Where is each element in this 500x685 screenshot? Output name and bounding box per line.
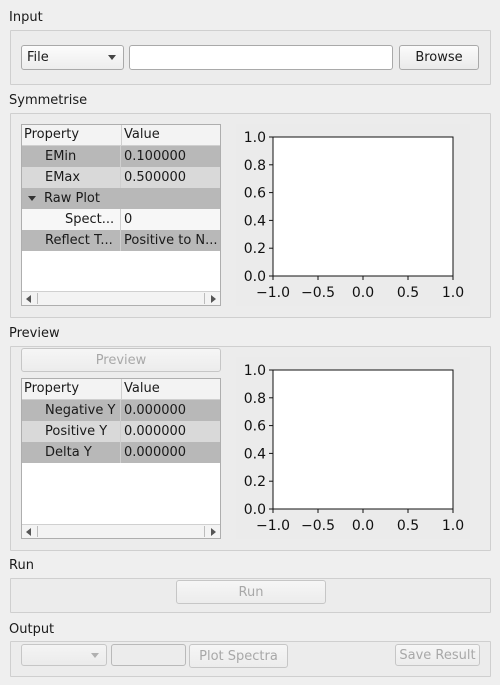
y-tick-label: 1.0 [244, 363, 266, 379]
y-tick-label: 1.0 [244, 130, 266, 146]
x-ticks: −1.0 −0.5 0.0 0.5 1.0 [256, 509, 464, 534]
x-tick-label: 0.5 [397, 518, 419, 534]
scroll-left-icon[interactable] [26, 528, 31, 536]
symmetrise-group: Property Value EMin 0.100000 EMax 0.5000… [10, 113, 491, 318]
y-ticks: 0.0 0.2 0.4 0.6 0.8 1.0 [244, 130, 273, 285]
preview-plot[interactable]: 0.0 0.2 0.4 0.6 0.8 1.0 −1.0 −0.5 0.0 0.5 1.0 [236, 357, 470, 539]
chevron-down-icon [108, 55, 116, 60]
header-value: Value [121, 125, 160, 145]
plot-spectra-button[interactable]: Plot Spectra [189, 644, 288, 668]
scroll-right-icon[interactable] [211, 528, 216, 536]
property-value[interactable]: 0.500000 [123, 167, 220, 188]
header-value: Value [121, 379, 160, 399]
output-section-title: Output [9, 622, 55, 637]
property-row-emax[interactable]: EMax 0.500000 [22, 167, 220, 188]
run-button[interactable]: Run [176, 580, 326, 604]
y-ticks: 0.0 0.2 0.4 0.6 0.8 1.0 [244, 363, 273, 518]
preview-group: Preview Property Value Negative Y 0.0000… [10, 346, 491, 551]
symmetrise-plot-canvas: 0.0 0.2 0.4 0.6 0.8 1.0 −1.0 −0.5 0.0 0.5 1.0 [244, 130, 464, 301]
x-ticks: −1.0 −0.5 0.0 0.5 1.0 [256, 276, 464, 301]
horizontal-scrollbar[interactable] [22, 291, 220, 305]
save-result-button[interactable]: Save Result [395, 644, 480, 666]
output-group: Plot Spectra Save Result [10, 641, 491, 677]
property-group-label: Raw Plot [44, 191, 100, 206]
scroll-track[interactable] [37, 526, 205, 537]
chevron-down-icon [91, 653, 99, 658]
y-tick-label: 0.0 [244, 269, 266, 285]
property-value[interactable]: 0.100000 [123, 146, 220, 167]
property-row-negative-y[interactable]: Negative Y 0.000000 [22, 400, 220, 421]
property-row-reflect-type[interactable]: Reflect T... Positive to N... [22, 230, 220, 251]
preview-section-title: Preview [9, 326, 60, 341]
property-value[interactable]: Positive to N... [123, 230, 220, 251]
y-tick-label: 0.4 [244, 446, 266, 462]
header-property: Property [24, 381, 80, 396]
y-tick-label: 0.6 [244, 186, 266, 202]
tree-header: Property Value [22, 125, 220, 146]
tree-header: Property Value [22, 379, 220, 400]
y-tick-label: 0.8 [244, 158, 266, 174]
preview-property-tree[interactable]: Property Value Negative Y 0.000000 Posit… [21, 378, 221, 539]
y-tick-label: 0.6 [244, 419, 266, 435]
y-tick-label: 0.2 [244, 474, 266, 490]
output-spectra-input[interactable] [111, 644, 186, 666]
browse-button[interactable]: Browse [399, 45, 479, 70]
input-type-select-value: File [27, 50, 49, 65]
property-value[interactable]: 0 [123, 209, 220, 230]
x-tick-label: 0.0 [352, 518, 374, 534]
preview-plot-canvas: 0.0 0.2 0.4 0.6 0.8 1.0 −1.0 −0.5 0.0 0.5 1.0 [244, 363, 464, 534]
scroll-right-icon[interactable] [211, 295, 216, 303]
property-value: 0.000000 [124, 403, 187, 418]
property-row-emin[interactable]: EMin 0.100000 [22, 146, 220, 167]
property-row-positive-y[interactable]: Positive Y 0.000000 [22, 421, 220, 442]
run-section-title: Run [9, 558, 34, 573]
symmetrise-property-tree[interactable]: Property Value EMin 0.100000 EMax 0.5000… [21, 124, 221, 306]
y-tick-label: 0.4 [244, 213, 266, 229]
x-tick-label: 0.5 [397, 285, 419, 301]
file-path-input[interactable] [129, 45, 393, 70]
property-group-raw-plot[interactable]: Raw Plot [22, 188, 220, 209]
property-row-spectrum[interactable]: Spect... 0 [22, 209, 220, 230]
x-tick-label: −0.5 [301, 285, 335, 301]
input-group: File Browse [10, 30, 491, 85]
plot-axes-frame [272, 136, 454, 277]
scroll-track[interactable] [37, 293, 205, 304]
y-tick-label: 0.2 [244, 241, 266, 257]
preview-button[interactable]: Preview [21, 348, 221, 372]
property-row-delta-y[interactable]: Delta Y 0.000000 [22, 442, 220, 463]
expand-arrow-icon[interactable] [28, 195, 36, 201]
x-tick-label: −1.0 [256, 518, 290, 534]
input-type-select[interactable]: File [21, 45, 124, 70]
plot-axes-frame [272, 369, 454, 510]
symmetrise-section-title: Symmetrise [9, 93, 88, 108]
x-tick-label: 0.0 [352, 285, 374, 301]
y-tick-label: 0.8 [244, 391, 266, 407]
horizontal-scrollbar[interactable] [22, 524, 220, 538]
run-group: Run [10, 578, 491, 613]
x-tick-label: −0.5 [301, 518, 335, 534]
property-value: 0.000000 [124, 424, 187, 439]
x-tick-label: 1.0 [442, 518, 464, 534]
x-tick-label: 1.0 [442, 285, 464, 301]
output-workspace-select[interactable] [21, 644, 107, 666]
y-tick-label: 0.0 [244, 502, 266, 518]
symmetrise-plot[interactable]: 0.0 0.2 0.4 0.6 0.8 1.0 −1.0 −0.5 0.0 0.5 1.0 [236, 124, 470, 306]
input-section-title: Input [9, 10, 43, 25]
scroll-left-icon[interactable] [26, 295, 31, 303]
header-property: Property [24, 127, 80, 142]
property-value: 0.000000 [124, 445, 187, 460]
x-tick-label: −1.0 [256, 285, 290, 301]
